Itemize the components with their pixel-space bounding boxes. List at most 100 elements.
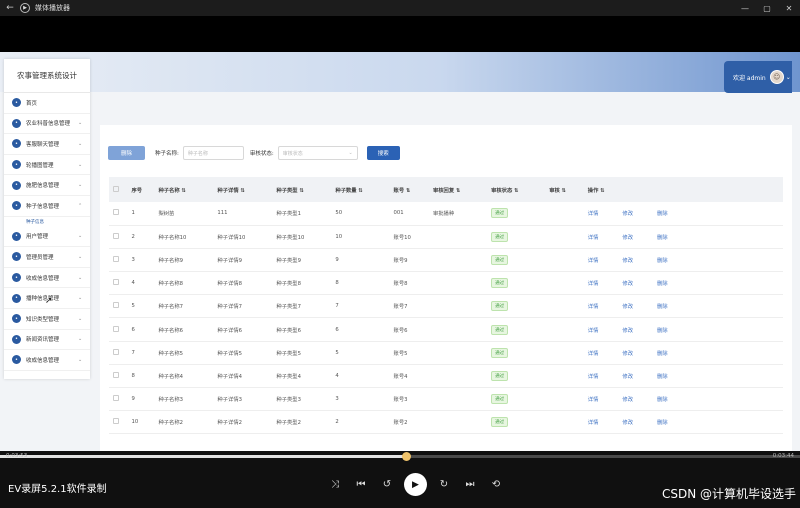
- delete-link[interactable]: 删除: [657, 351, 668, 357]
- sidebar-item[interactable]: • 用户管理 ⌄: [4, 227, 90, 248]
- edit-link[interactable]: 修改: [622, 235, 633, 241]
- repeat-icon[interactable]: ⟲: [483, 479, 509, 490]
- row-checkbox[interactable]: [113, 348, 119, 355]
- edit-link[interactable]: 修改: [622, 304, 633, 310]
- status-badge: 通过: [491, 324, 509, 335]
- detail-link[interactable]: 详情: [588, 235, 599, 241]
- row-checkbox[interactable]: [113, 418, 119, 425]
- sidebar-item[interactable]: • 种子信息管理 ⌃: [4, 196, 90, 217]
- edit-link[interactable]: 修改: [622, 351, 633, 357]
- forward-icon[interactable]: ↻: [431, 479, 457, 490]
- detail-link[interactable]: 详情: [588, 304, 599, 310]
- seek-bar[interactable]: [0, 452, 800, 461]
- row-checkbox[interactable]: [113, 302, 119, 309]
- next-icon[interactable]: ⏭: [457, 479, 483, 490]
- detail-link[interactable]: 详情: [588, 211, 599, 217]
- sidebar-item[interactable]: • 首页: [4, 93, 90, 114]
- audit-status-select[interactable]: 审核状态 ⌄: [277, 146, 358, 160]
- column-header[interactable]: 账号 ⇅: [389, 177, 429, 202]
- back-arrow-icon[interactable]: ←: [0, 3, 20, 13]
- row-checkbox[interactable]: [113, 395, 119, 402]
- rewind-icon[interactable]: ↺: [374, 479, 400, 490]
- audit-status-placeholder: 审核状态: [282, 150, 303, 157]
- row-checkbox[interactable]: [113, 232, 119, 239]
- edit-link[interactable]: 修改: [622, 281, 633, 287]
- table-cell: 种子类型1: [272, 202, 332, 226]
- column-header[interactable]: 种子名称 ⇅: [154, 177, 214, 202]
- edit-link[interactable]: 修改: [622, 374, 633, 380]
- detail-link[interactable]: 详情: [588, 397, 599, 403]
- column-header[interactable]: 审核回复 ⇅: [428, 177, 488, 202]
- play-button[interactable]: ▶: [404, 473, 427, 496]
- detail-link[interactable]: 详情: [588, 374, 599, 380]
- delete-link[interactable]: 删除: [657, 397, 668, 403]
- table-cell: 6: [331, 317, 390, 342]
- close-icon[interactable]: ✕: [778, 4, 800, 13]
- sidebar-item[interactable]: • 管理员管理 ⌄: [4, 247, 90, 268]
- detail-link[interactable]: 详情: [588, 258, 599, 264]
- delete-link[interactable]: 删除: [657, 211, 668, 217]
- sidebar-item[interactable]: • 农业科普信息管理 ⌄: [4, 114, 90, 135]
- delete-link[interactable]: 删除: [657, 328, 668, 334]
- submenu-item-seed-info[interactable]: 种子信息: [4, 217, 90, 227]
- search-button[interactable]: 搜索: [366, 146, 400, 160]
- column-header[interactable]: 序号: [127, 177, 155, 202]
- sidebar-item[interactable]: • 收成信息管理 ⌄: [4, 268, 90, 289]
- edit-link[interactable]: 修改: [622, 420, 633, 426]
- edit-link[interactable]: 修改: [622, 258, 633, 264]
- column-header[interactable]: 审核状态 ⇅: [487, 177, 546, 202]
- actions-cell: 详情 修改 删除: [583, 202, 783, 226]
- minimize-icon[interactable]: —: [734, 4, 756, 13]
- edit-link[interactable]: 修改: [622, 211, 633, 217]
- edit-link[interactable]: 修改: [622, 397, 633, 403]
- detail-link[interactable]: 详情: [588, 420, 599, 426]
- sidebar: 农事管理系统设计 • 首页 • 农业科普信息管理 ⌄ • 客服聊天管理 ⌄ • 轮播图管理 ⌄ • 施肥…: [4, 59, 90, 379]
- current-time: 0:03:53: [6, 453, 28, 459]
- row-checkbox[interactable]: [113, 279, 119, 286]
- row-checkbox[interactable]: [113, 255, 119, 262]
- seek-handle[interactable]: [401, 452, 411, 461]
- status-cell: 通过: [487, 317, 546, 342]
- table-cell: [428, 271, 488, 296]
- column-header[interactable]: 种子详情 ⇅: [213, 177, 273, 202]
- column-header[interactable]: 种子数量 ⇅: [331, 177, 390, 202]
- row-checkbox[interactable]: [113, 209, 119, 216]
- edit-link[interactable]: 修改: [622, 328, 633, 334]
- delete-link[interactable]: 删除: [657, 235, 668, 241]
- sidebar-item[interactable]: • 施肥信息管理 ⌄: [4, 175, 90, 196]
- user-menu[interactable]: 欢迎 admin ☺ ⌄: [724, 61, 792, 93]
- sidebar-item[interactable]: • 轮播图管理 ⌄: [4, 155, 90, 176]
- sidebar-item[interactable]: • 新闻资讯管理 ⌄: [4, 330, 90, 351]
- select-all-checkbox[interactable]: [113, 185, 119, 192]
- delete-link[interactable]: 删除: [657, 258, 668, 264]
- seed-name-input[interactable]: 种子名称: [182, 146, 244, 160]
- row-select-cell: [109, 364, 128, 389]
- detail-link[interactable]: 详情: [588, 281, 599, 287]
- column-header[interactable]: 审核 ⇅: [545, 177, 584, 202]
- delete-link[interactable]: 删除: [657, 374, 668, 380]
- delete-link[interactable]: 删除: [657, 420, 668, 426]
- maximize-icon[interactable]: ▢: [756, 4, 778, 13]
- table-cell: 账号6: [389, 317, 429, 342]
- row-checkbox[interactable]: [113, 371, 119, 378]
- detail-link[interactable]: 详情: [588, 328, 599, 334]
- table-cell: 种子详情7: [213, 294, 273, 319]
- sidebar-item[interactable]: • 收成信息管理 ⌄: [4, 350, 90, 371]
- sidebar-item[interactable]: • 知识类型管理 ⌄: [4, 309, 90, 330]
- table-cell: 6: [127, 317, 155, 342]
- detail-link[interactable]: 详情: [588, 351, 599, 357]
- column-header[interactable]: 操作 ⇅: [583, 177, 783, 202]
- delete-link[interactable]: 删除: [657, 281, 668, 287]
- status-cell: 通过: [487, 364, 546, 389]
- sidebar-item[interactable]: • 客服聊天管理 ⌄: [4, 134, 90, 155]
- row-checkbox[interactable]: [113, 325, 119, 332]
- delete-button[interactable]: 删除: [108, 146, 145, 160]
- column-header[interactable]: 种子类型 ⇅: [272, 177, 332, 202]
- delete-link[interactable]: 删除: [657, 304, 668, 310]
- chevron-icon: ⌄: [78, 336, 83, 343]
- table-cell: 种子类型7: [272, 294, 332, 319]
- table-cell: 种子详情5: [213, 341, 273, 365]
- shuffle-icon[interactable]: ⤨: [322, 479, 348, 490]
- table-header-row: 序号 种子名称 ⇅ 种子详情 ⇅ 种子类型 ⇅ 种子数量 ⇅ 账号 ⇅ 审核回复 ⇅ 审核状态…: [109, 177, 783, 202]
- previous-icon[interactable]: ⏮: [348, 479, 374, 490]
